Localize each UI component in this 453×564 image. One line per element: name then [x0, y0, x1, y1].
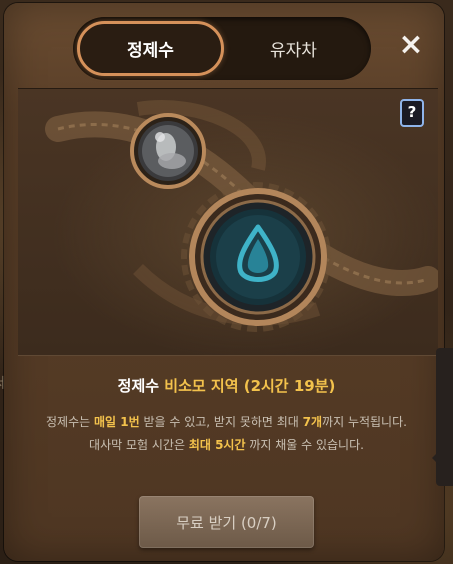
info-title-highlight: 비소모 지역 (2시간 19분)	[164, 377, 336, 395]
line1-text-2: 받을 수 있고, 받지 못하면 최대	[139, 415, 303, 429]
info-title-prefix: 정제수	[117, 377, 165, 395]
illustration-area	[18, 88, 441, 356]
line1-highlight-1: 매일 1번	[94, 415, 140, 429]
info-description-line-1: 정제수는 매일 1번 받을 수 있고, 받지 못하면 최대 7개까지 누적됩니다…	[0, 413, 453, 430]
tab-yuja-tea[interactable]: 유자차	[220, 21, 367, 76]
side-arrow-icon	[432, 450, 440, 466]
line1-highlight-2: 7개	[302, 415, 323, 429]
line2-text-1: 대사막 모험 시간은	[89, 438, 189, 452]
close-button[interactable]: ×	[398, 30, 424, 60]
info-description-line-2: 대사막 모험 시간은 최대 5시간 까지 채울 수 있습니다.	[0, 436, 453, 453]
help-button[interactable]: ?	[400, 99, 424, 127]
tab-purified-water[interactable]: 정제수	[77, 21, 224, 76]
line2-highlight-1: 최대 5시간	[188, 438, 246, 452]
water-drop-icon	[189, 188, 327, 326]
line1-text-3: 까지 누적됩니다.	[322, 415, 407, 429]
line1-text-1: 정제수는	[46, 415, 94, 429]
figure-medallion-icon	[130, 113, 206, 189]
tab-bar: 정제수 유자차	[73, 17, 371, 80]
info-title: 정제수 비소모 지역 (2시간 19분)	[0, 375, 453, 396]
free-receive-button[interactable]: 무료 받기 (0/7)	[139, 496, 314, 548]
illustration-svg	[45, 100, 441, 332]
line2-text-2: 까지 채울 수 있습니다.	[245, 438, 364, 452]
